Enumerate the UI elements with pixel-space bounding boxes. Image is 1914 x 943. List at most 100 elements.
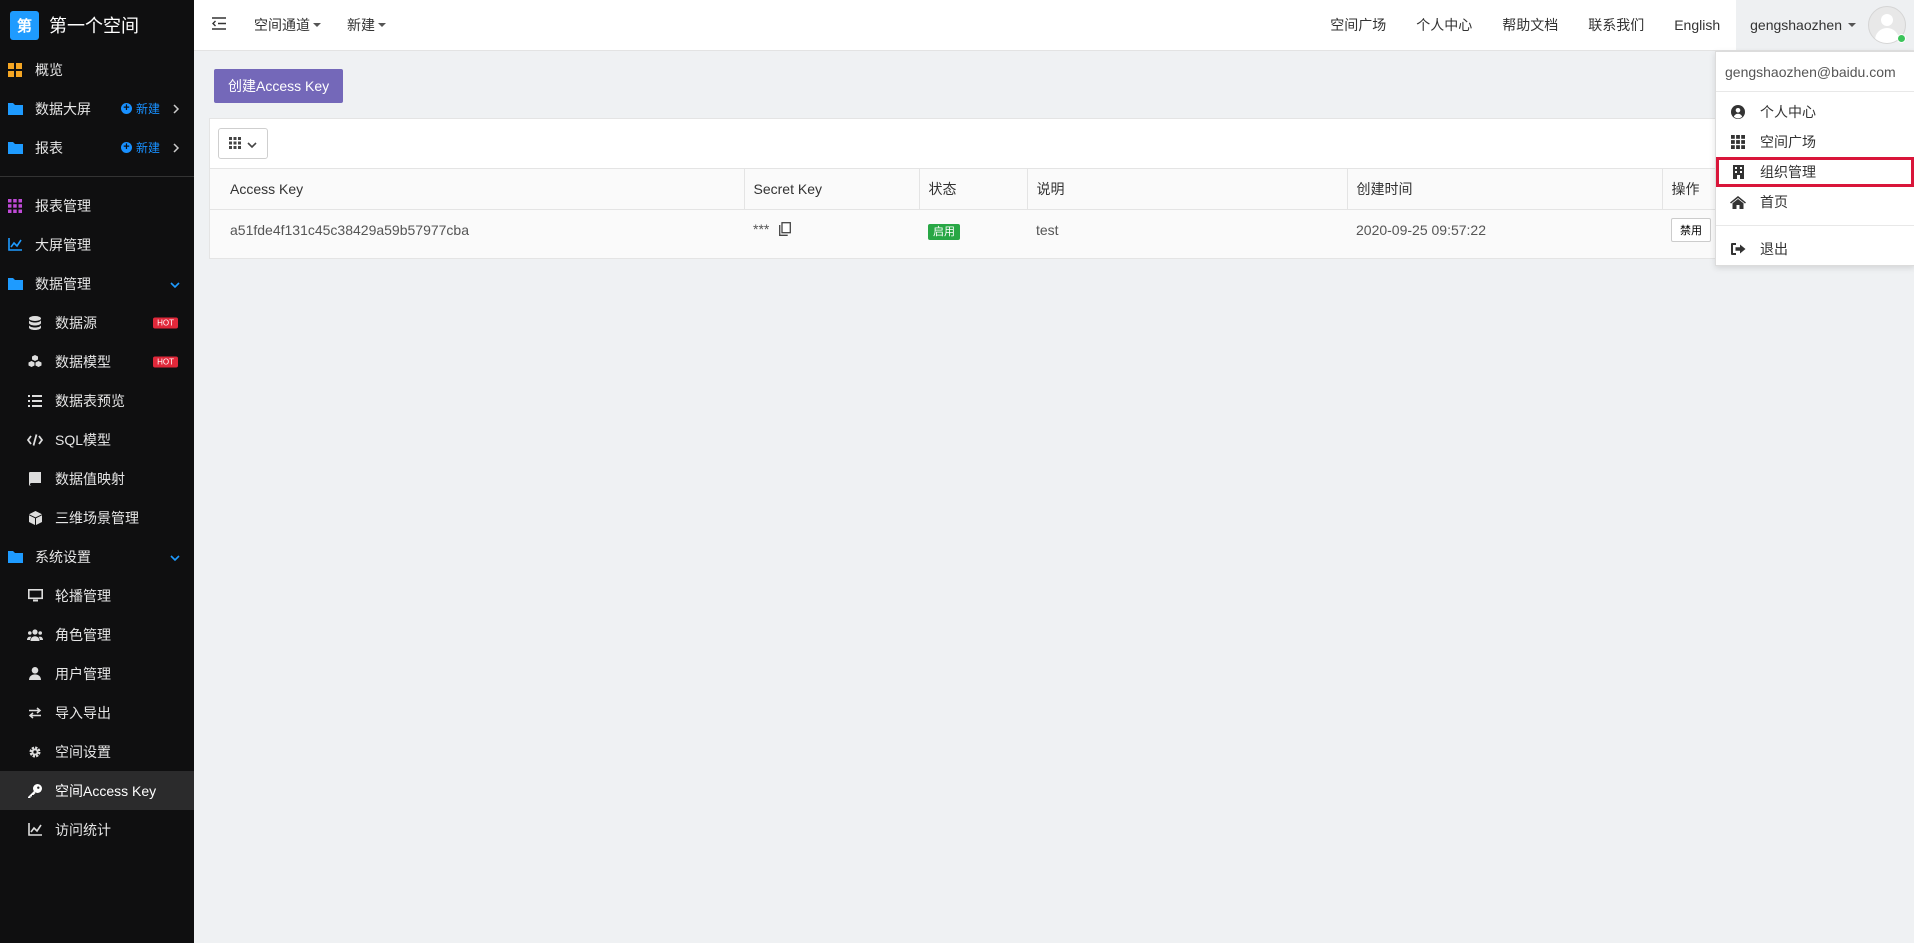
user-menu-toggle[interactable]: gengshaozhen bbox=[1736, 0, 1914, 50]
sidebar-item-label: 报表管理 bbox=[35, 197, 91, 214]
username: gengshaozhen bbox=[1750, 17, 1842, 33]
brand[interactable]: 第 第一个空间 bbox=[0, 0, 194, 50]
sidebar-item-report[interactable]: 报表 + 新建 bbox=[0, 128, 194, 167]
sidebar-item-label: 访问统计 bbox=[55, 821, 111, 838]
menu-divider bbox=[1716, 225, 1914, 226]
chevron-down-icon bbox=[247, 136, 257, 152]
key-icon bbox=[27, 783, 43, 799]
language-switch-link[interactable]: English bbox=[1674, 17, 1720, 33]
column-header[interactable]: Secret Key bbox=[744, 169, 920, 210]
disable-button[interactable]: 禁用 bbox=[1671, 218, 1711, 242]
menu-item-personal-center[interactable]: 个人中心 bbox=[1716, 97, 1914, 127]
column-header[interactable]: 状态 bbox=[919, 169, 1028, 210]
access-key-table: Access Key Secret Key 状态 说明 创建时间 操作 a51f… bbox=[210, 169, 1914, 250]
sidebar-item-system-settings[interactable]: 系统设置 bbox=[0, 537, 194, 576]
hot-badge: HOT bbox=[153, 356, 178, 367]
sidebar-item-space-settings[interactable]: 空间设置 bbox=[0, 732, 194, 771]
hot-badge: HOT bbox=[153, 317, 178, 328]
sidebar-item-data-model[interactable]: 数据模型 HOT bbox=[0, 342, 194, 381]
folder-icon bbox=[7, 276, 23, 292]
sidebar-item-label: 空间设置 bbox=[55, 743, 111, 760]
sidebar-item-label: 数据表预览 bbox=[55, 392, 125, 409]
column-header[interactable]: 说明 bbox=[1027, 169, 1348, 210]
sidebar-item-label: 数据源 bbox=[55, 314, 97, 331]
sidebar-divider bbox=[0, 176, 194, 177]
list-icon bbox=[27, 393, 43, 409]
copy-icon[interactable] bbox=[779, 221, 792, 239]
top-header: 空间通道 新建 空间广场 个人中心 帮助文档 联系我们 English geng… bbox=[194, 0, 1914, 51]
sidebar-item-3d-scene[interactable]: 三维场景管理 bbox=[0, 498, 194, 537]
sidebar-item-data-screen[interactable]: 数据大屏 + 新建 bbox=[0, 89, 194, 128]
sidebar: 第 第一个空间 概览 数据大屏 + 新建 报表 + 新建 报表管理 大屏管理 数… bbox=[0, 0, 194, 943]
space-channel-dropdown[interactable]: 空间通道 bbox=[254, 15, 321, 35]
status-cell: 启用 bbox=[919, 209, 1027, 250]
column-header[interactable]: Access Key bbox=[210, 169, 745, 210]
sidebar-item-label: 用户管理 bbox=[55, 665, 111, 682]
sidebar-item-access-key[interactable]: 空间Access Key bbox=[0, 771, 194, 810]
sidebar-item-screen-management[interactable]: 大屏管理 bbox=[0, 225, 194, 264]
sidebar-item-report-management[interactable]: 报表管理 bbox=[0, 186, 194, 225]
sidebar-item-label: 数据管理 bbox=[35, 275, 91, 292]
sidebar-item-value-mapping[interactable]: 数据值映射 bbox=[0, 459, 194, 498]
sidebar-item-datasource[interactable]: 数据源 HOT bbox=[0, 303, 194, 342]
sidebar-item-label: 空间Access Key bbox=[55, 782, 157, 799]
personal-center-link[interactable]: 个人中心 bbox=[1416, 15, 1472, 35]
user-circle-icon bbox=[1730, 105, 1746, 119]
line-chart-icon bbox=[7, 237, 23, 253]
sidebar-item-carousel[interactable]: 轮播管理 bbox=[0, 576, 194, 615]
sidebar-item-label: 数据大屏 bbox=[35, 100, 91, 117]
column-header[interactable]: 创建时间 bbox=[1347, 169, 1663, 210]
folder-icon bbox=[7, 140, 23, 156]
sidebar-item-overview[interactable]: 概览 bbox=[0, 50, 194, 89]
folder-icon bbox=[7, 549, 23, 565]
chevron-right-icon bbox=[173, 101, 180, 117]
apps-grid-icon bbox=[7, 198, 23, 214]
new-report-button[interactable]: + 新建 bbox=[120, 139, 160, 156]
columns-toggle-button[interactable] bbox=[218, 128, 268, 159]
description-cell: test bbox=[1027, 209, 1347, 250]
access-key-cell: a51fde4f131c45c38429a59b57977cba bbox=[210, 209, 744, 250]
sidebar-item-sql-model[interactable]: SQL模型 bbox=[0, 420, 194, 459]
sidebar-item-roles[interactable]: 角色管理 bbox=[0, 615, 194, 654]
sidebar-item-import-export[interactable]: 导入导出 bbox=[0, 693, 194, 732]
menu-item-label: 个人中心 bbox=[1760, 104, 1816, 120]
contact-us-link[interactable]: 联系我们 bbox=[1588, 15, 1644, 35]
help-docs-link[interactable]: 帮助文档 bbox=[1502, 15, 1558, 35]
menu-item-org-management[interactable]: 组织管理 bbox=[1716, 157, 1914, 187]
monitor-icon bbox=[27, 588, 43, 604]
status-badge: 启用 bbox=[928, 223, 960, 240]
create-access-key-button[interactable]: 创建Access Key bbox=[214, 69, 344, 103]
main-content: 创建Access Key Access Key Secret Key 状态 说明… bbox=[194, 51, 1914, 943]
space-square-link[interactable]: 空间广场 bbox=[1330, 15, 1386, 35]
user-email: gengshaozhen@baidu.com bbox=[1716, 52, 1914, 92]
sidebar-item-access-stats[interactable]: 访问统计 bbox=[0, 810, 194, 849]
new-dropdown[interactable]: 新建 bbox=[347, 15, 386, 35]
menu-item-home[interactable]: 首页 bbox=[1716, 187, 1914, 217]
top-right-nav: 空间广场 个人中心 帮助文档 联系我们 English gengshaozhen bbox=[1330, 0, 1914, 50]
building-icon bbox=[1730, 165, 1746, 179]
sidebar-item-users[interactable]: 用户管理 bbox=[0, 654, 194, 693]
menu-item-space-square[interactable]: 空间广场 bbox=[1716, 127, 1914, 157]
secret-mask: *** bbox=[753, 221, 770, 238]
line-chart-icon bbox=[27, 822, 43, 838]
sign-out-icon bbox=[1730, 243, 1746, 255]
sidebar-item-label: 报表 bbox=[35, 139, 63, 156]
code-icon bbox=[27, 432, 43, 448]
apps-grid-icon bbox=[1730, 135, 1746, 149]
sidebar-item-data-management[interactable]: 数据管理 bbox=[0, 264, 194, 303]
dashboard-grid-icon bbox=[7, 62, 23, 78]
sidebar-item-table-preview[interactable]: 数据表预览 bbox=[0, 381, 194, 420]
caret-down-icon bbox=[1848, 23, 1856, 27]
plus-icon: + bbox=[120, 142, 132, 153]
menu-toggle-icon[interactable] bbox=[212, 17, 228, 33]
sidebar-item-label: 系统设置 bbox=[35, 548, 91, 565]
menu-item-logout[interactable]: 退出 bbox=[1716, 234, 1914, 264]
online-status-dot bbox=[1897, 34, 1906, 43]
plus-icon: + bbox=[120, 103, 132, 114]
user-dropdown-menu: gengshaozhen@baidu.com 个人中心 空间广场 组织管理 首页… bbox=[1715, 51, 1914, 266]
menu-item-label: 首页 bbox=[1760, 194, 1788, 210]
new-data-screen-button[interactable]: + 新建 bbox=[120, 100, 160, 117]
cubes-icon bbox=[27, 354, 43, 370]
brand-logo: 第 bbox=[10, 10, 39, 40]
book-icon bbox=[27, 471, 43, 487]
